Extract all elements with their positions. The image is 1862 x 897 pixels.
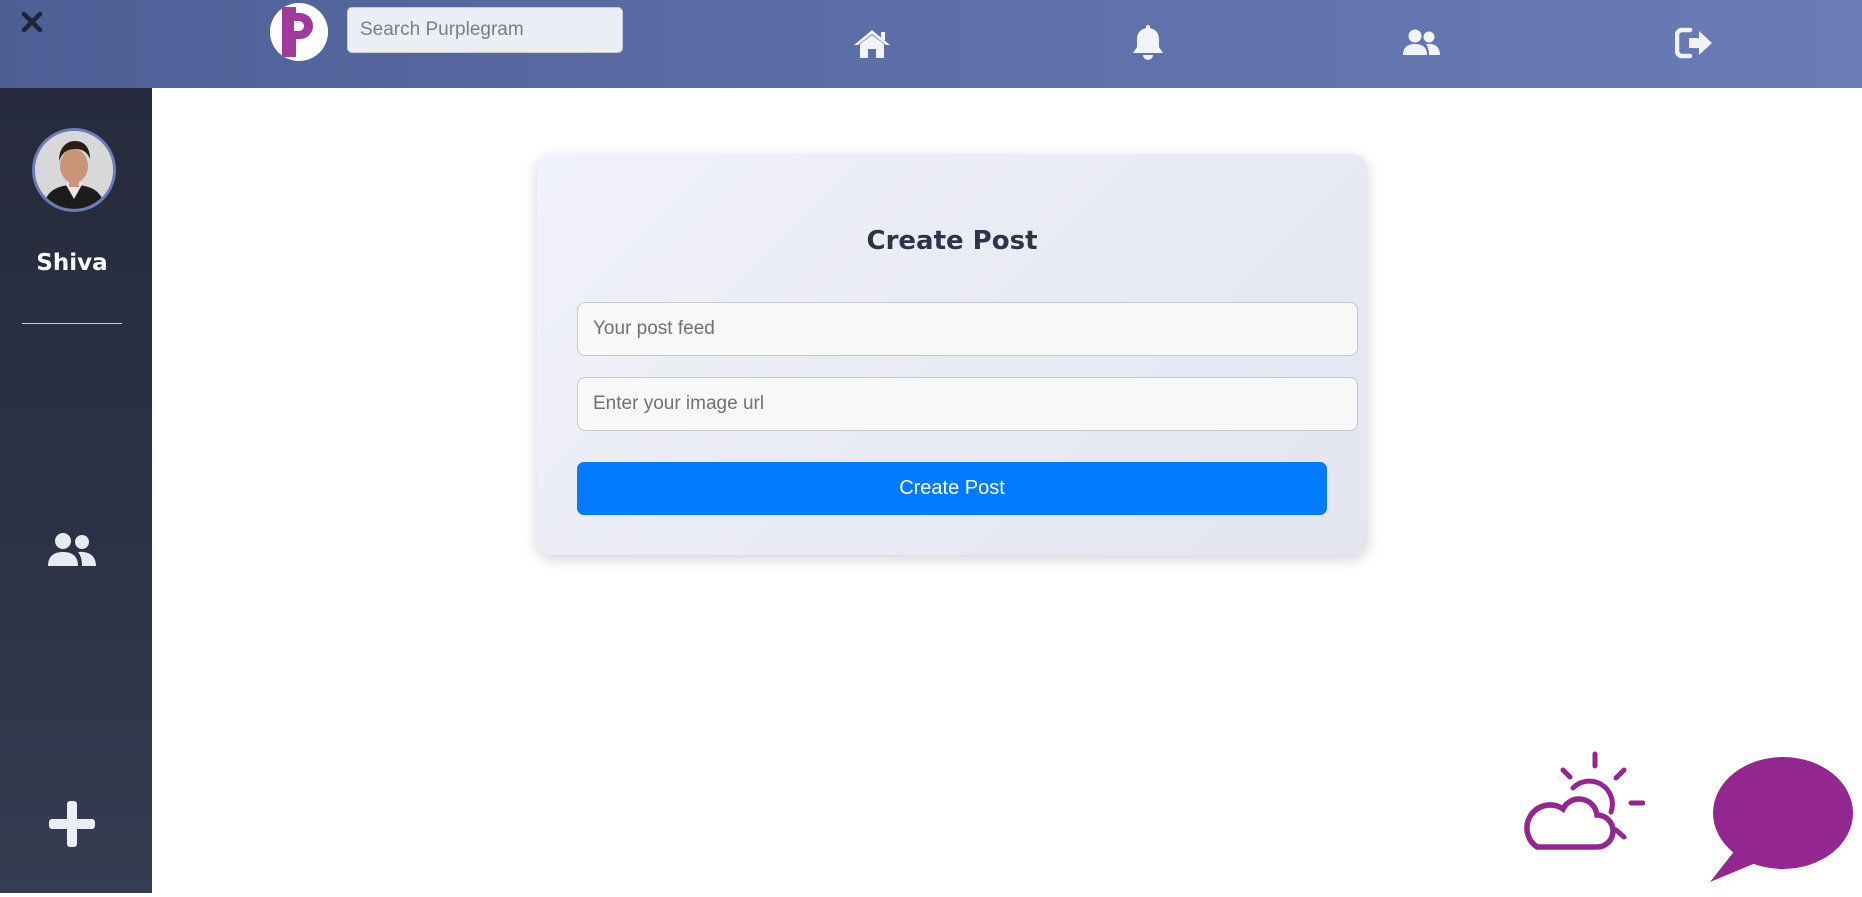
- bell-icon[interactable]: [1127, 22, 1169, 64]
- post-feed-input[interactable]: [577, 302, 1358, 356]
- sign-out-icon[interactable]: [1674, 22, 1716, 64]
- sidebar-divider: [22, 323, 122, 324]
- plus-icon[interactable]: [48, 800, 96, 848]
- close-icon[interactable]: [19, 9, 45, 35]
- home-icon[interactable]: [851, 22, 893, 64]
- chat-bubble-icon[interactable]: [1706, 754, 1854, 882]
- sidebar: Shiva: [0, 88, 152, 897]
- image-url-input[interactable]: [577, 377, 1358, 431]
- avatar[interactable]: [32, 128, 116, 212]
- username: Shiva: [36, 250, 108, 276]
- page-bottom-edge: [0, 893, 1862, 897]
- logo-letter: p: [270, 3, 271, 4]
- create-post-button[interactable]: Create Post: [577, 462, 1327, 515]
- purplegram-logo[interactable]: p: [270, 3, 328, 61]
- users-icon[interactable]: [1400, 22, 1442, 64]
- weather-icon[interactable]: [1515, 750, 1646, 855]
- create-post-title: Create Post: [866, 226, 1038, 256]
- sidebar-friends-icon[interactable]: [44, 525, 100, 575]
- create-post-card: Create Post Create Post: [537, 154, 1367, 555]
- search-input[interactable]: [347, 7, 623, 53]
- top-navbar: p: [0, 0, 1862, 88]
